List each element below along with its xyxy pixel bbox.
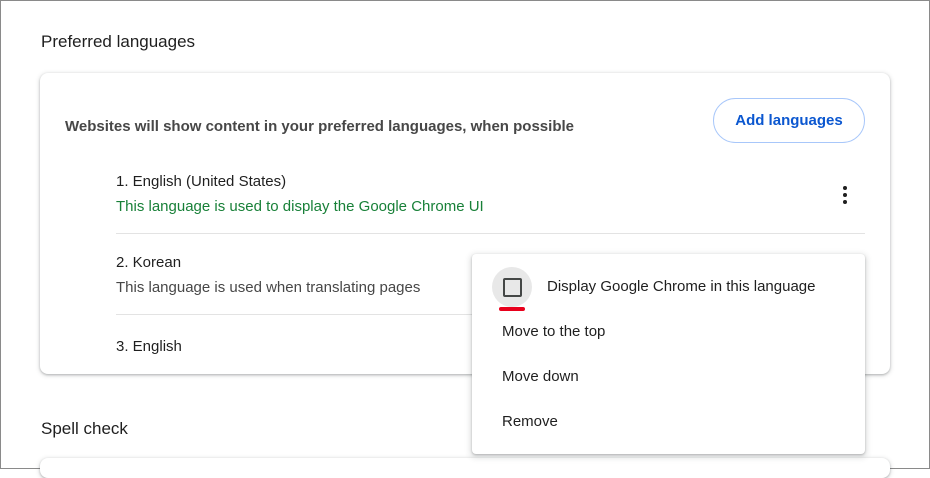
annotation-underline [499,307,525,311]
more-actions-icon[interactable] [831,181,859,209]
display-in-language-checkbox[interactable] [492,267,532,307]
language-note: This language is used when translating p… [116,279,421,296]
move-down-item[interactable]: Move down [502,368,579,385]
language-note: This language is used to display the Goo… [116,198,484,215]
spell-check-card [40,458,890,478]
language-row-english-us: 1. English (United States) This language… [116,173,484,215]
divider [116,233,865,234]
language-context-menu: Display Google Chrome in this language M… [472,254,865,454]
settings-page: Preferred languages Websites will show c… [0,0,930,478]
display-in-language-label[interactable]: Display Google Chrome in this language [547,278,815,295]
language-row-english: 3. English [116,338,182,355]
spell-check-title: Spell check [41,419,128,438]
language-name: 3. English [116,338,182,355]
checkbox-box [502,277,522,297]
remove-item[interactable]: Remove [502,413,558,430]
language-row-korean: 2. Korean This language is used when tra… [116,254,420,296]
languages-description: Websites will show content in your prefe… [65,118,574,135]
add-languages-button[interactable]: Add languages [713,98,865,143]
preferred-languages-title: Preferred languages [41,32,196,51]
language-name: 2. Korean [116,254,182,271]
language-name: 1. English (United States) [116,173,287,190]
move-to-top-item[interactable]: Move to the top [502,323,605,340]
